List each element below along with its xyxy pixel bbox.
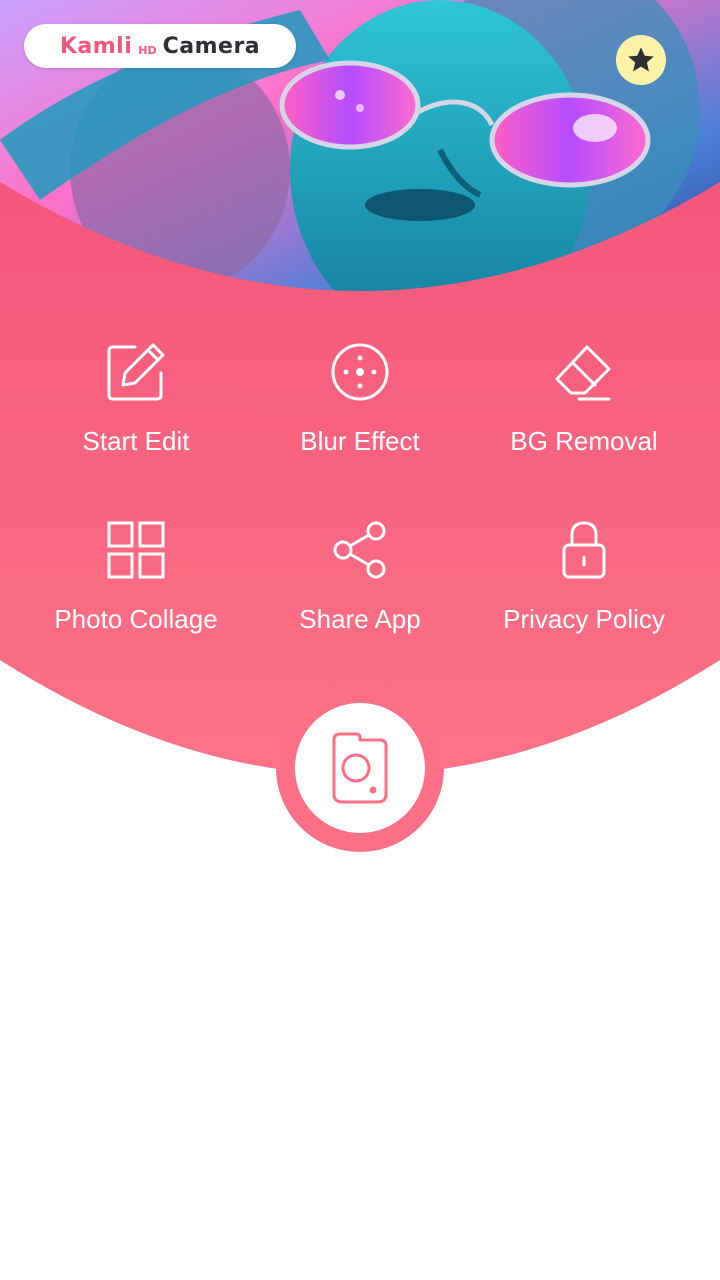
lock-icon [552,518,616,582]
star-icon [628,47,654,72]
rate-button[interactable] [616,35,666,85]
menu-item-start-edit[interactable]: Start Edit [24,340,248,490]
menu-label: Share App [299,604,421,634]
menu-item-photo-collage[interactable]: Photo Collage [24,518,248,668]
logo-text-kamli: Kamli [59,33,133,59]
menu-label: Privacy Policy [503,604,665,634]
camera-button-inner [295,703,425,833]
menu-item-bg-removal[interactable]: BG Removal [472,340,696,490]
blur-dial-icon [328,340,392,404]
logo-text-hd: HD [138,43,157,57]
menu-label: Blur Effect [300,426,420,456]
pencil-edit-icon [104,340,168,404]
menu-item-share-app[interactable]: Share App [248,518,472,668]
logo-text-camera: Camera [162,33,261,59]
share-icon [328,518,392,582]
menu-label: BG Removal [510,426,658,456]
home-screen: Kamli HD Camera Start Edit Blur Effect B… [0,0,720,1280]
menu-label: Photo Collage [54,604,218,634]
menu-item-privacy-policy[interactable]: Privacy Policy [472,518,696,668]
grid-collage-icon [104,518,168,582]
menu-label: Start Edit [82,426,190,456]
camera-icon [332,732,388,804]
eraser-icon [552,340,616,404]
menu-item-blur-effect[interactable]: Blur Effect [248,340,472,490]
camera-button[interactable] [276,684,444,852]
app-logo: Kamli HD Camera [24,24,296,68]
